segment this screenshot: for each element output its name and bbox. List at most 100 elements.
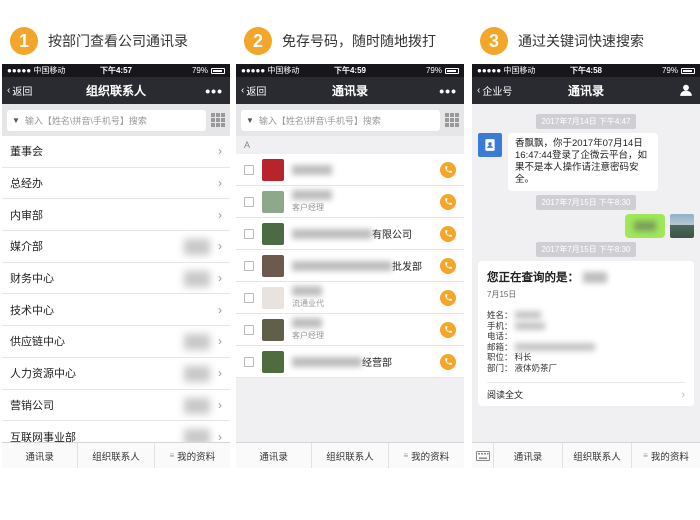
phone-call-icon[interactable] (440, 193, 456, 210)
select-checkbox[interactable] (244, 196, 254, 207)
phone-call-icon[interactable] (440, 161, 456, 178)
contacts-app-icon (478, 133, 502, 157)
phone-call-icon[interactable] (440, 353, 456, 370)
tab-my-profile[interactable]: ≡ 我的资料 (389, 443, 464, 468)
chat-area: 2017年7月14日 下午4:47 香飘飘，你于2017年07月14日 16:4… (472, 104, 700, 416)
tab-org-contacts[interactable]: 组织联系人 (312, 443, 389, 468)
field-value: 液体奶茶厂 (514, 362, 558, 373)
select-checkbox[interactable] (244, 228, 254, 239)
back-label: 返回 (12, 87, 33, 98)
back-button[interactable]: ‹ 企业号 (477, 77, 512, 104)
search-row: ▼ 输入【姓名\拼音\手机号】搜索 (236, 104, 464, 136)
contact-row[interactable]: 客户经理 (236, 314, 464, 346)
phone-call-icon[interactable] (440, 257, 456, 274)
contact-row[interactable]: 有限公司 (236, 218, 464, 250)
department-item[interactable]: 内审部 › (2, 199, 230, 232)
select-checkbox[interactable] (244, 356, 254, 367)
chevron-right-icon: › (218, 334, 222, 349)
contact-row[interactable]: 客户经理 (236, 186, 464, 218)
tab-org-contacts[interactable]: 组织联系人 (563, 443, 632, 468)
contact-row[interactable]: 流通业代 (236, 282, 464, 314)
tab-label: 我的资料 (411, 451, 450, 463)
keyboard-icon[interactable] (472, 443, 494, 468)
contact-row[interactable]: 经营部 (236, 346, 464, 378)
grid-icon[interactable] (211, 113, 225, 127)
more-icon[interactable]: ••• (439, 77, 457, 104)
department-item[interactable]: 财务中心 › (2, 263, 230, 295)
contact-title: 客户经理 (292, 331, 324, 340)
phone-call-icon[interactable] (440, 321, 456, 338)
search-result-card[interactable]: 您正在查询的是： 7月15日 姓名： 手机： 电话： 邮箱： 职位： 科长 部门：… (478, 261, 694, 406)
department-item[interactable]: 人力资源中心 › (2, 358, 230, 390)
tab-contacts[interactable]: 通讯录 (494, 443, 563, 468)
contact-text: 经营部 (292, 354, 432, 369)
department-name: 技术中心 (10, 304, 54, 317)
read-more-link[interactable]: 阅读全文 › (487, 382, 685, 406)
page-title: 通讯录 (331, 84, 368, 98)
select-checkbox[interactable] (244, 292, 254, 303)
tab-contacts[interactable]: 通讯录 (2, 443, 79, 468)
tab-contacts[interactable]: 通讯录 (236, 443, 313, 468)
blurred-name (583, 271, 607, 283)
more-icon[interactable]: ••• (205, 77, 223, 104)
message-bubble: 香飘飘，你于2017年07月14日 16:47:44登录了企微云平台，如果不是本… (508, 133, 658, 191)
section-header: A (236, 136, 464, 154)
contact-row[interactable]: 批发部 (236, 250, 464, 282)
field-label: 职位： (487, 352, 513, 362)
department-item[interactable]: 媒介部 › (2, 231, 230, 263)
chevron-right-icon: › (218, 302, 222, 317)
search-input[interactable]: ▼ 输入【姓名\拼音\手机号】搜索 (241, 109, 440, 131)
dropdown-triangle-icon[interactable]: ▼ (246, 116, 254, 125)
contact-name (292, 286, 432, 296)
blurred-name (292, 190, 332, 200)
contact-text: 流通业代 (292, 286, 432, 309)
menu-icon: ≡ (403, 451, 409, 460)
status-bar: ●●●●● 中国移动 下午4:59 79% (236, 64, 464, 77)
department-item[interactable]: 供应链中心 › (2, 326, 230, 358)
tab-org-contacts[interactable]: 组织联系人 (78, 443, 155, 468)
menu-icon: ≡ (169, 451, 175, 460)
contact-title: 流通业代 (292, 299, 324, 308)
step-caption: 3 通过关键词快速搜索 (480, 26, 644, 56)
tab-my-profile[interactable]: ≡ 我的资料 (632, 443, 700, 468)
contact-text: 客户经理 (292, 190, 432, 213)
department-item[interactable]: 营销公司 › (2, 390, 230, 422)
sent-bubble (625, 214, 665, 238)
select-checkbox[interactable] (244, 324, 254, 335)
nav-bar: ‹ 返回 组织联系人 ••• (2, 77, 230, 104)
contact-row[interactable] (236, 154, 464, 186)
chevron-right-icon: › (218, 207, 222, 222)
search-input[interactable]: ▼ 输入【姓名\拼音\手机号】搜索 (7, 109, 206, 131)
blurred-name (292, 356, 362, 367)
department-item[interactable]: 董事会 › (2, 136, 230, 168)
phone-call-icon[interactable] (440, 225, 456, 242)
step-caption-text: 免存号码，随时随地拨打 (282, 33, 436, 49)
department-item[interactable]: 总经办 › (2, 168, 230, 200)
department-list: 董事会 › 总经办 › 内审部 › 媒介部 › 财务中心 › 技术中心 › 供应链中心 › 人… (2, 136, 230, 453)
back-button[interactable]: ‹ 返回 (7, 77, 32, 104)
contact-text (292, 164, 432, 175)
select-checkbox[interactable] (244, 260, 254, 271)
status-bar: ●●●●● 中国移动 下午4:58 79% (472, 64, 700, 77)
department-item[interactable]: 技术中心 › (2, 294, 230, 327)
contact-name-suffix: 有限公司 (372, 230, 412, 241)
tab-label: 通讯录 (513, 451, 543, 463)
dropdown-triangle-icon[interactable]: ▼ (12, 116, 20, 125)
back-button[interactable]: ‹ 返回 (241, 77, 266, 104)
field-label: 手机： (487, 320, 513, 331)
avatar (262, 318, 284, 341)
result-title: 您正在查询的是： (487, 269, 685, 285)
blurred-count (184, 334, 210, 351)
tab-my-profile[interactable]: ≡ 我的资料 (155, 443, 230, 468)
phone-call-icon[interactable] (440, 289, 456, 306)
user-icon[interactable] (679, 83, 693, 97)
result-field: 手机： (487, 321, 685, 332)
blurred-name (292, 164, 332, 175)
select-checkbox[interactable] (244, 164, 254, 175)
contact-text: 批发部 (292, 258, 432, 273)
avatar (670, 214, 694, 238)
chevron-left-icon: ‹ (7, 85, 11, 96)
result-title-text: 您正在查询的是： (487, 272, 579, 284)
battery-icon (681, 67, 695, 74)
grid-icon[interactable] (445, 113, 459, 127)
